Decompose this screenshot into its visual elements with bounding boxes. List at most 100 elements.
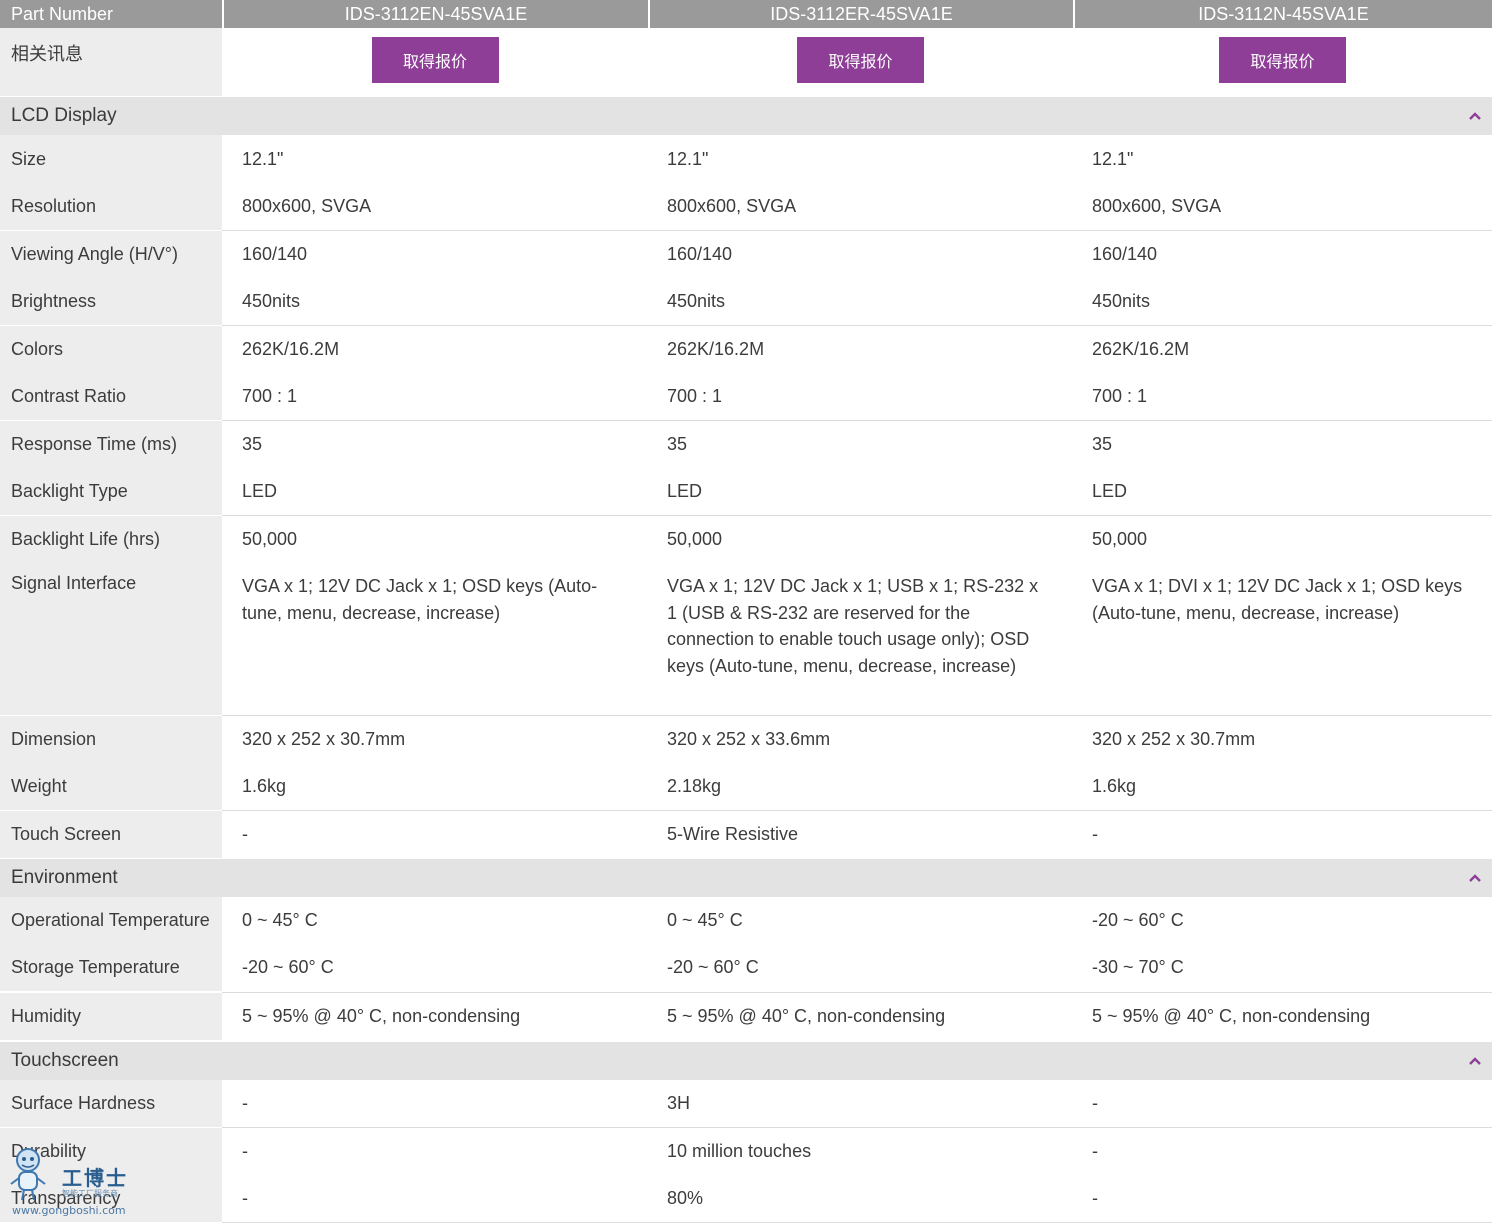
spec-value: 1.6kg — [242, 776, 287, 796]
spec-value: 450nits — [667, 291, 726, 311]
spec-value: 160/140 — [242, 244, 308, 264]
spec-value: - — [242, 1093, 248, 1113]
chevron-up-icon[interactable] — [1468, 110, 1482, 122]
spec-value: - — [242, 1188, 248, 1208]
spec-value: 50,000 — [1092, 529, 1148, 549]
spec-value: 5 ~ 95% @ 40° C, non-condensing — [1092, 1006, 1371, 1026]
spec-value: 2.18kg — [667, 776, 722, 796]
spec-label: Backlight Life (hrs) — [0, 516, 222, 563]
watermark-name: 工博士 — [62, 1166, 128, 1190]
spec-value: 800x600, SVGA — [1092, 196, 1222, 216]
related-info-row: 相关讯息 取得报价 取得报价 取得报价 — [0, 28, 1492, 96]
spec-value: 12.1" — [1092, 149, 1134, 169]
spec-row-operational-temperature: Operational Temperature 0 ~ 45° C 0 ~ 45… — [0, 897, 1492, 944]
spec-value: -20 ~ 60° C — [242, 957, 334, 977]
spec-label: Storage Temperature — [0, 944, 222, 991]
spec-value: - — [1092, 1093, 1098, 1113]
spec-value: 450nits — [242, 291, 301, 311]
spec-row-colors: Colors 262K/16.2M 262K/16.2M 262K/16.2M — [0, 326, 1492, 373]
spec-row-surface-hardness: Surface Hardness - 3H - — [0, 1080, 1492, 1127]
watermark-subtitle: 智能工厂服务商 — [62, 1189, 118, 1198]
spec-value: 50,000 — [667, 529, 723, 549]
spec-value: - — [242, 824, 248, 844]
spec-row-storage-temperature: Storage Temperature -20 ~ 60° C -20 ~ 60… — [0, 944, 1492, 991]
spec-value: 12.1" — [667, 149, 709, 169]
get-quote-button-1[interactable]: 取得报价 — [371, 37, 499, 83]
spec-row-resolution: Resolution 800x600, SVGA 800x600, SVGA 8… — [0, 183, 1492, 230]
row-divider — [222, 1222, 1492, 1223]
spec-value: 700 : 1 — [1092, 386, 1148, 406]
spec-row-weight: Weight 1.6kg 2.18kg 1.6kg — [0, 763, 1492, 810]
spec-value: - — [1092, 1141, 1098, 1161]
spec-label: Contrast Ratio — [0, 373, 222, 420]
related-info-label: 相关讯息 — [0, 28, 222, 96]
section-title: Touchscreen — [11, 1050, 119, 1071]
spec-value: 35 — [1092, 434, 1113, 454]
section-lcd-display[interactable]: LCD Display — [0, 97, 1492, 135]
part-number-header: Part Number IDS-3112EN-45SVA1E IDS-3112E… — [0, 0, 1492, 28]
spec-row-size: Size 12.1" 12.1" 12.1" — [0, 135, 1492, 183]
watermark: 工博士 智能工厂服务商 www.gongboshi.com — [8, 1146, 138, 1220]
spec-value: LED — [1092, 481, 1128, 501]
spec-value: 160/140 — [1092, 244, 1158, 264]
spec-row-durability: Durability - 10 million touches - — [0, 1128, 1492, 1175]
spec-value: 5 ~ 95% @ 40° C, non-condensing — [242, 1006, 521, 1026]
spec-value: 0 ~ 45° C — [242, 910, 318, 930]
spec-value: 320 x 252 x 30.7mm — [242, 729, 406, 749]
spec-value: 3H — [667, 1093, 691, 1113]
spec-label: Colors — [0, 326, 222, 373]
spec-value: 320 x 252 x 30.7mm — [1092, 729, 1256, 749]
spec-label: Weight — [0, 763, 222, 810]
spec-value: -30 ~ 70° C — [1092, 957, 1184, 977]
spec-value: 0 ~ 45° C — [667, 910, 743, 930]
spec-row-contrast-ratio: Contrast Ratio 700 : 1 700 : 1 700 : 1 — [0, 373, 1492, 420]
spec-label: Resolution — [0, 183, 222, 230]
spec-value: VGA x 1; 12V DC Jack x 1; OSD keys (Auto… — [242, 576, 598, 623]
spec-label: Humidity — [0, 993, 222, 1040]
section-title: Environment — [11, 867, 118, 888]
spec-row-dimension: Dimension 320 x 252 x 30.7mm 320 x 252 x… — [0, 716, 1492, 763]
spec-value: 35 — [242, 434, 263, 454]
part-number-label: Part Number — [0, 0, 222, 28]
spec-row-backlight-life: Backlight Life (hrs) 50,000 50,000 50,00… — [0, 516, 1492, 563]
mascot-logo-icon — [10, 1148, 46, 1201]
chevron-up-icon[interactable] — [1468, 872, 1482, 884]
spec-value: 35 — [667, 434, 688, 454]
spec-value: LED — [242, 481, 278, 501]
spec-label: Signal Interface — [0, 563, 222, 715]
spec-label: Touch Screen — [0, 811, 222, 858]
spec-label: Response Time (ms) — [0, 421, 222, 468]
spec-row-transparency: Transparency - 80% - — [0, 1175, 1492, 1222]
spec-label: Size — [0, 135, 222, 183]
spec-value: 12.1" — [242, 149, 284, 169]
spec-value: 262K/16.2M — [667, 339, 765, 359]
spec-value: 450nits — [1092, 291, 1151, 311]
get-quote-button-2[interactable]: 取得报价 — [797, 37, 924, 83]
spec-label: Surface Hardness — [0, 1080, 222, 1127]
watermark-url: www.gongboshi.com — [12, 1204, 126, 1217]
chevron-up-icon[interactable] — [1468, 1055, 1482, 1067]
spec-value: 800x600, SVGA — [667, 196, 797, 216]
spec-row-response-time: Response Time (ms) 35 35 35 — [0, 421, 1492, 468]
spec-value: - — [1092, 1188, 1098, 1208]
section-environment[interactable]: Environment — [0, 859, 1492, 897]
spec-value: 1.6kg — [1092, 776, 1137, 796]
get-quote-button-3[interactable]: 取得报价 — [1219, 37, 1346, 83]
spec-value: 10 million touches — [667, 1141, 812, 1161]
spec-value: - — [1092, 824, 1098, 844]
spec-value: - — [242, 1141, 248, 1161]
spec-value: VGA x 1; 12V DC Jack x 1; USB x 1; RS-23… — [667, 576, 1039, 676]
spec-value: 262K/16.2M — [1092, 339, 1190, 359]
spec-row-humidity: Humidity 5 ~ 95% @ 40° C, non-condensing… — [0, 993, 1492, 1040]
spec-value: 5-Wire Resistive — [667, 824, 799, 844]
product-name-2: IDS-3112ER-45SVA1E — [648, 0, 1073, 28]
spec-value: -20 ~ 60° C — [1092, 910, 1184, 930]
spec-value: 800x600, SVGA — [242, 196, 372, 216]
section-touchscreen[interactable]: Touchscreen — [0, 1042, 1492, 1080]
spec-row-backlight-type: Backlight Type LED LED LED — [0, 468, 1492, 515]
spec-row-viewing-angle: Viewing Angle (H/V°) 160/140 160/140 160… — [0, 231, 1492, 278]
spec-row-touch-screen: Touch Screen - 5-Wire Resistive - — [0, 811, 1492, 858]
spec-label: Backlight Type — [0, 468, 222, 515]
spec-row-brightness: Brightness 450nits 450nits 450nits — [0, 278, 1492, 325]
spec-value: 5 ~ 95% @ 40° C, non-condensing — [667, 1006, 946, 1026]
